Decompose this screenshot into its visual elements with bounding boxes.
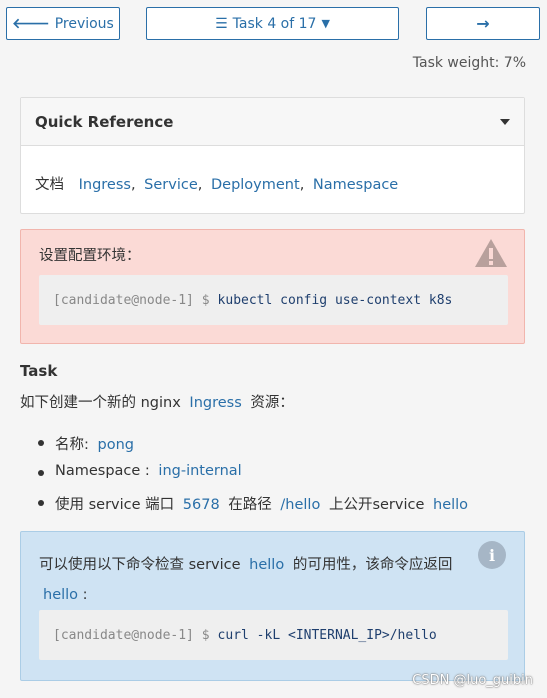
watermark: CSDN @luo_guibin xyxy=(412,673,533,688)
setup-command: kubectl config use-context k8s xyxy=(217,292,453,308)
previous-button[interactable]: 🡐 Previous xyxy=(6,7,120,40)
quick-reference-links: 文档 Ingress, Service, Deployment, Namespa… xyxy=(35,173,398,194)
setup-code-block[interactable]: [candidate@node-1] $ kubectl config use-… xyxy=(39,275,508,325)
next-button[interactable]: → xyxy=(426,7,540,40)
task-requirements: 名称: pong Namespace : ing-internal 使用 ser… xyxy=(38,433,468,523)
quick-reference-panel: Quick Reference 文档 Ingress, Service, Dep… xyxy=(20,97,525,214)
task-selector-label: Task 4 of 17 xyxy=(232,15,317,32)
link-deployment[interactable]: Deployment xyxy=(211,177,300,193)
item-mid2: 上公开service xyxy=(328,497,425,513)
item-value: pong xyxy=(97,437,134,453)
previous-label: Previous xyxy=(54,15,114,32)
item-label: 名称: xyxy=(55,437,89,453)
arrow-left-icon: 🡐 xyxy=(12,16,50,32)
task-desc-prefix: 如下创建一个新的 nginx xyxy=(20,395,181,411)
item-mid: 在路径 xyxy=(228,497,272,513)
task-desc-suffix: 资源： xyxy=(250,395,294,411)
task-selector-button[interactable]: ☰ Task 4 of 17 ▼ xyxy=(146,7,399,40)
item-port: 5678 xyxy=(182,497,220,513)
item-value: ing-internal xyxy=(158,463,242,479)
item-path: /hello xyxy=(280,497,321,513)
docs-label: 文档 xyxy=(35,177,64,193)
check-text-suffix: 的可用性，该命令应返回 xyxy=(292,557,453,573)
quick-reference-header[interactable]: Quick Reference xyxy=(21,98,524,146)
link-ingress[interactable]: Ingress xyxy=(79,177,131,193)
check-service: hello xyxy=(249,557,285,573)
check-text-prefix: 可以使用以下命令检查 service xyxy=(39,557,241,573)
check-text: 可以使用以下命令检查 service hello 的可用性，该命令应返回 hel… xyxy=(39,550,469,610)
item-label: 使用 service 端口 xyxy=(55,497,175,513)
check-info-box: 可以使用以下命令检查 service hello 的可用性，该命令应返回 hel… xyxy=(20,531,525,681)
separator: , xyxy=(299,177,305,193)
check-command: curl -kL <INTERNAL_IP>/hello xyxy=(217,627,437,643)
check-code-block[interactable]: [candidate@node-1] $ curl -kL <INTERNAL_… xyxy=(39,610,508,660)
setup-text: 设置配置环境： xyxy=(39,248,141,264)
list-item: Namespace : ing-internal xyxy=(38,463,468,493)
arrow-right-icon: → xyxy=(476,14,490,33)
item-service: hello xyxy=(433,497,469,513)
list-icon: ☰ xyxy=(215,15,228,32)
separator: , xyxy=(130,177,136,193)
item-label: Namespace : xyxy=(55,463,150,479)
warning-icon xyxy=(475,239,507,267)
info-icon: i xyxy=(478,541,506,569)
caret-down-icon[interactable] xyxy=(500,119,510,125)
quick-reference-title: Quick Reference xyxy=(35,113,174,131)
separator: , xyxy=(197,177,203,193)
check-return-value: hello xyxy=(43,587,79,603)
chevron-down-icon: ▼ xyxy=(321,17,330,30)
list-item: 使用 service 端口 5678 在路径 /hello 上公开service… xyxy=(38,493,468,523)
task-desc-ingress-link[interactable]: Ingress xyxy=(189,395,241,411)
list-item: 名称: pong xyxy=(38,433,468,463)
task-heading: Task xyxy=(20,362,58,380)
task-weight: Task weight: 7% xyxy=(412,55,526,71)
check-prompt: [candidate@node-1] $ xyxy=(53,627,210,643)
link-service[interactable]: Service xyxy=(144,177,198,193)
link-namespace[interactable]: Namespace xyxy=(313,177,398,193)
task-description: 如下创建一个新的 nginx Ingress 资源： xyxy=(20,391,294,412)
setup-warning-box: 设置配置环境： [candidate@node-1] $ kubectl con… xyxy=(20,229,525,344)
setup-prompt: [candidate@node-1] $ xyxy=(53,292,210,308)
check-return-suffix: : xyxy=(82,587,88,603)
